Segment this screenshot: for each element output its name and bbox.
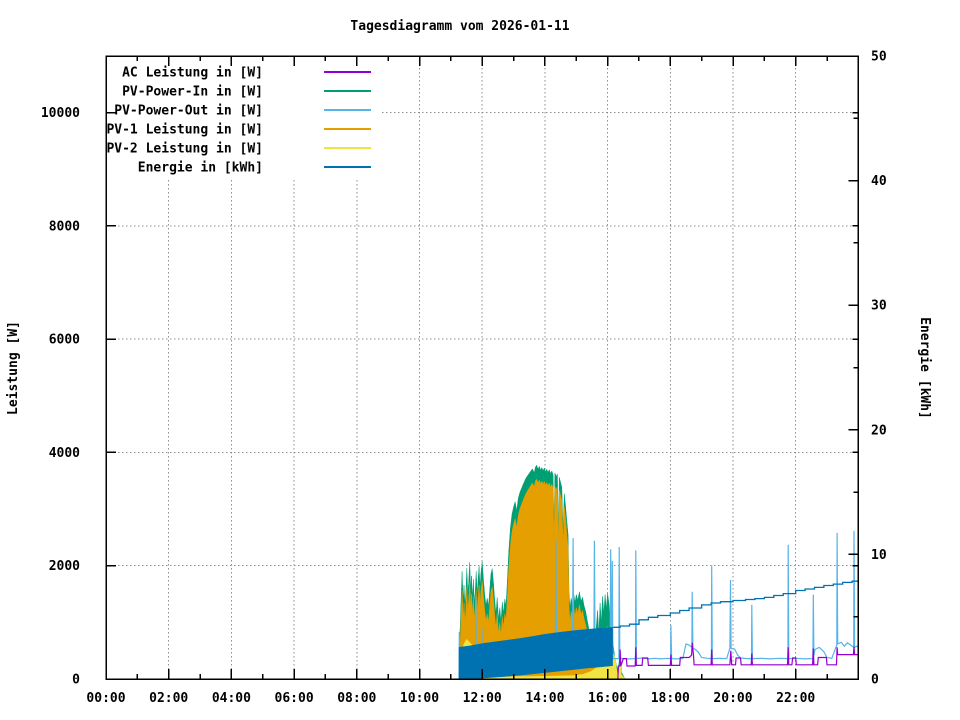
y1-tick-label: 10000 (41, 106, 80, 121)
legend-label-5: PV-2 Leistung in [W] (106, 142, 263, 157)
tagesdiagramm-chart: 00:00 02:00 04:00 06:00 08:00 10:00 12:00 14:00… (0, 0, 960, 720)
legend-label-3: PV-Power-Out in [W] (114, 104, 263, 119)
y1-tick-label: 2000 (49, 559, 80, 574)
y1-axis-label: Leistung [W] (6, 321, 21, 415)
y2-tick-label: 0 (871, 673, 879, 688)
x-tick-label: 08:00 (337, 691, 376, 706)
x-tick-label: 04:00 (212, 691, 251, 706)
legend-label-2: PV-Power-In in [W] (122, 85, 263, 100)
x-tick-label: 20:00 (713, 691, 752, 706)
x-tick-label: 00:00 (86, 691, 125, 706)
x-tick-label: 12:00 (463, 691, 502, 706)
x-tick-label: 22:00 (776, 691, 815, 706)
y2-tick-label: 10 (871, 548, 887, 563)
y1-tick-label: 8000 (49, 219, 80, 234)
x-tick-label: 10:00 (400, 691, 439, 706)
y2-tick-label: 50 (871, 50, 887, 65)
legend-label-6: Energie in [kWh] (138, 161, 263, 176)
y2-tick-label: 30 (871, 299, 887, 314)
x-tick-label: 18:00 (651, 691, 690, 706)
y2-tick-label: 20 (871, 423, 887, 438)
series-ac-leistung (618, 643, 859, 679)
legend-label-4: PV-1 Leistung in [W] (106, 123, 263, 138)
x-tick-label: 06:00 (275, 691, 314, 706)
legend-label-1: AC Leistung in [W] (122, 66, 263, 81)
gnuplot-chart-page: 00:00 02:00 04:00 06:00 08:00 10:00 12:00 14:00… (0, 0, 960, 720)
y2-axis-label: Energie [kWh] (917, 317, 932, 419)
x-tick-label: 14:00 (525, 691, 564, 706)
y1-tick-label: 4000 (49, 446, 80, 461)
y1-tick-label: 0 (72, 673, 80, 688)
y2-tick-label: 40 (871, 174, 887, 189)
chart-title: Tagesdiagramm vom 2026-01-11 (350, 19, 569, 34)
y1-tick-label: 6000 (49, 333, 80, 348)
x-tick-label: 02:00 (149, 691, 188, 706)
x-tick-label: 16:00 (588, 691, 627, 706)
series-energie (613, 580, 858, 627)
